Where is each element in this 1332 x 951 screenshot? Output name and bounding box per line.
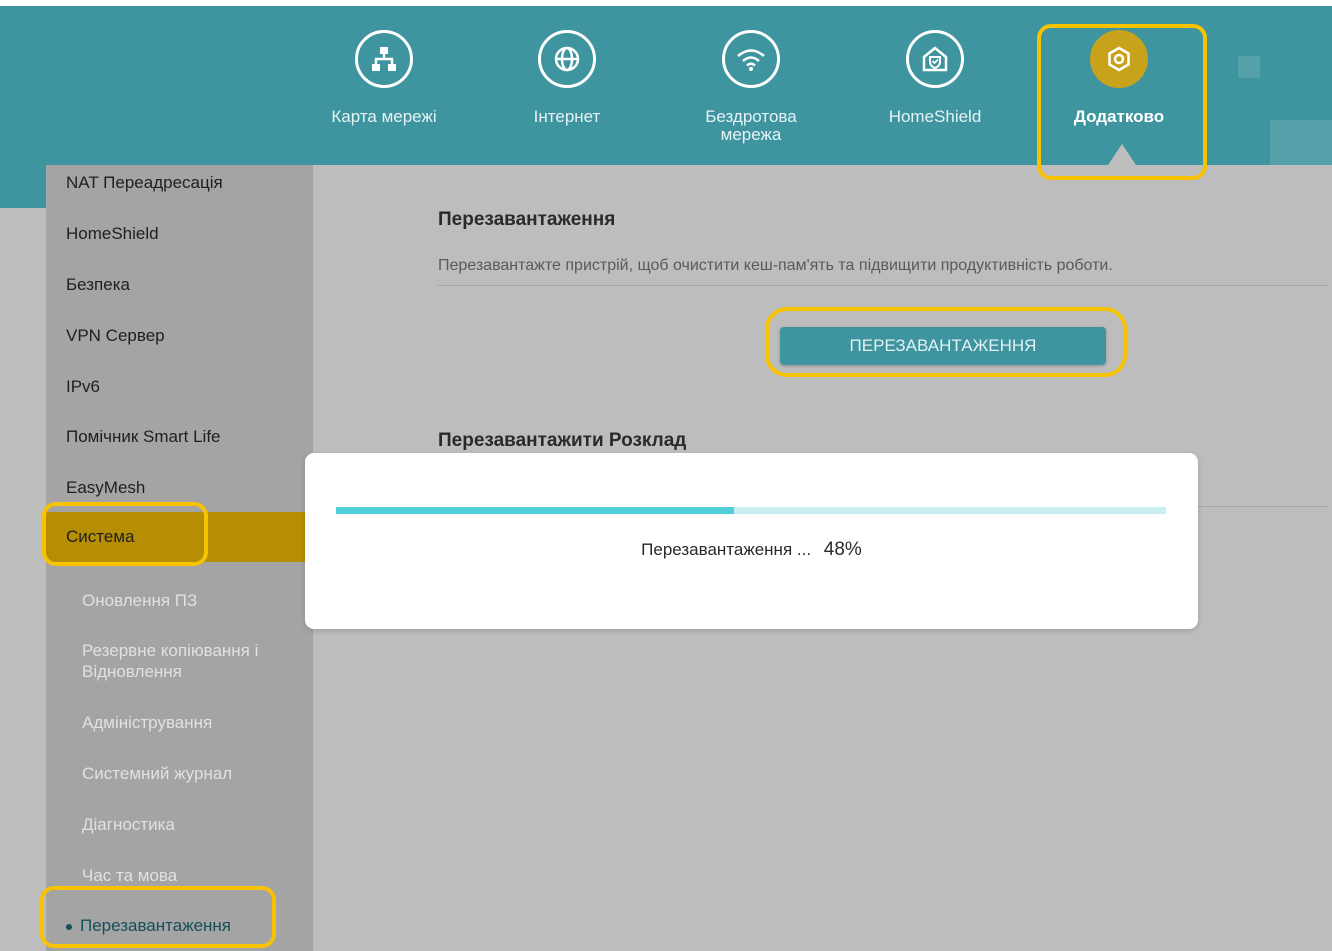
globe-icon [538,30,596,88]
progress-bar [336,507,1166,514]
nav-tab-internet[interactable]: Інтернет [497,30,637,160]
gear-icon [1090,30,1148,88]
reboot-section-title: Перезавантаження [438,209,616,230]
sidebar-subitem-reboot[interactable]: Перезавантаження [66,915,231,936]
decorative-square [1238,56,1260,78]
progress-percent: 48% [823,539,862,560]
decorative-square [1270,120,1332,165]
sidebar-item-smart-life[interactable]: Помічник Smart Life [66,427,221,447]
sidebar-item-security[interactable]: Безпека [66,275,130,295]
sidebar-subitem-label: Перезавантаження [80,916,231,935]
sidebar-item-homeshield[interactable]: HomeShield [66,224,159,244]
section-divider [1198,506,1328,507]
sidebar-item-system[interactable]: Система [46,512,313,562]
nav-tab-label: Інтернет [533,107,601,126]
nav-tab-label: Додатково [1073,107,1165,126]
reboot-schedule-title: Перезавантажити Розклад [438,430,687,451]
reboot-section-description: Перезавантажте пристрій, щоб очистити ке… [438,257,1113,274]
nav-tab-label: HomeShield [888,107,982,126]
sidebar-subitem-system-log[interactable]: Системний журнал [82,763,232,784]
sidebar-item-vpn-server[interactable]: VPN Сервер [66,326,165,346]
network-map-icon [355,30,413,88]
reboot-progress-dialog: Перезавантаження ... 48% [305,453,1198,629]
progress-status: Перезавантаження ... 48% [305,539,1198,561]
current-item-bullet-icon [66,923,72,930]
header-top-band [0,0,1332,6]
wifi-icon [722,30,780,88]
sidebar: NAT Переадресація HomeShield Безпека VPN… [46,165,313,951]
sidebar-item-easymesh[interactable]: EasyMesh [66,478,145,498]
nav-tab-network-map[interactable]: Карта мережі [314,30,454,160]
sidebar-subitem-time-language[interactable]: Час та мова [82,865,177,886]
progress-bar-fill [336,507,735,514]
sidebar-item-nat[interactable]: NAT Переадресація [66,173,223,193]
sidebar-item-label: Система [66,527,135,546]
sidebar-item-ipv6[interactable]: IPv6 [66,377,100,397]
active-tab-pointer [1108,144,1136,165]
sidebar-subitem-firmware-update[interactable]: Оновлення ПЗ [82,590,197,611]
sidebar-subitem-diagnostics[interactable]: Діагностика [82,814,175,835]
nav-tab-label: Карта мережі [331,107,437,126]
sidebar-subitem-administration[interactable]: Адміністрування [82,712,212,733]
nav-tab-label: Бездротова мережа [705,107,797,144]
reboot-button[interactable]: ПЕРЕЗАВАНТАЖЕННЯ [780,327,1106,365]
side-strip [0,165,46,208]
progress-status-text: Перезавантаження ... [641,540,812,559]
home-shield-icon [906,30,964,88]
nav-tab-advanced[interactable]: Додатково [1049,30,1189,160]
nav-tab-homeshield[interactable]: HomeShield [865,30,1005,160]
sidebar-subitem-backup-restore[interactable]: Резервне копіювання і Відновлення [82,640,302,682]
top-navigation-bar: Карта мережі Інтернет Бездротова мережа [0,0,1332,165]
nav-tab-wireless[interactable]: Бездротова мережа [681,30,821,160]
section-divider [438,285,1328,286]
